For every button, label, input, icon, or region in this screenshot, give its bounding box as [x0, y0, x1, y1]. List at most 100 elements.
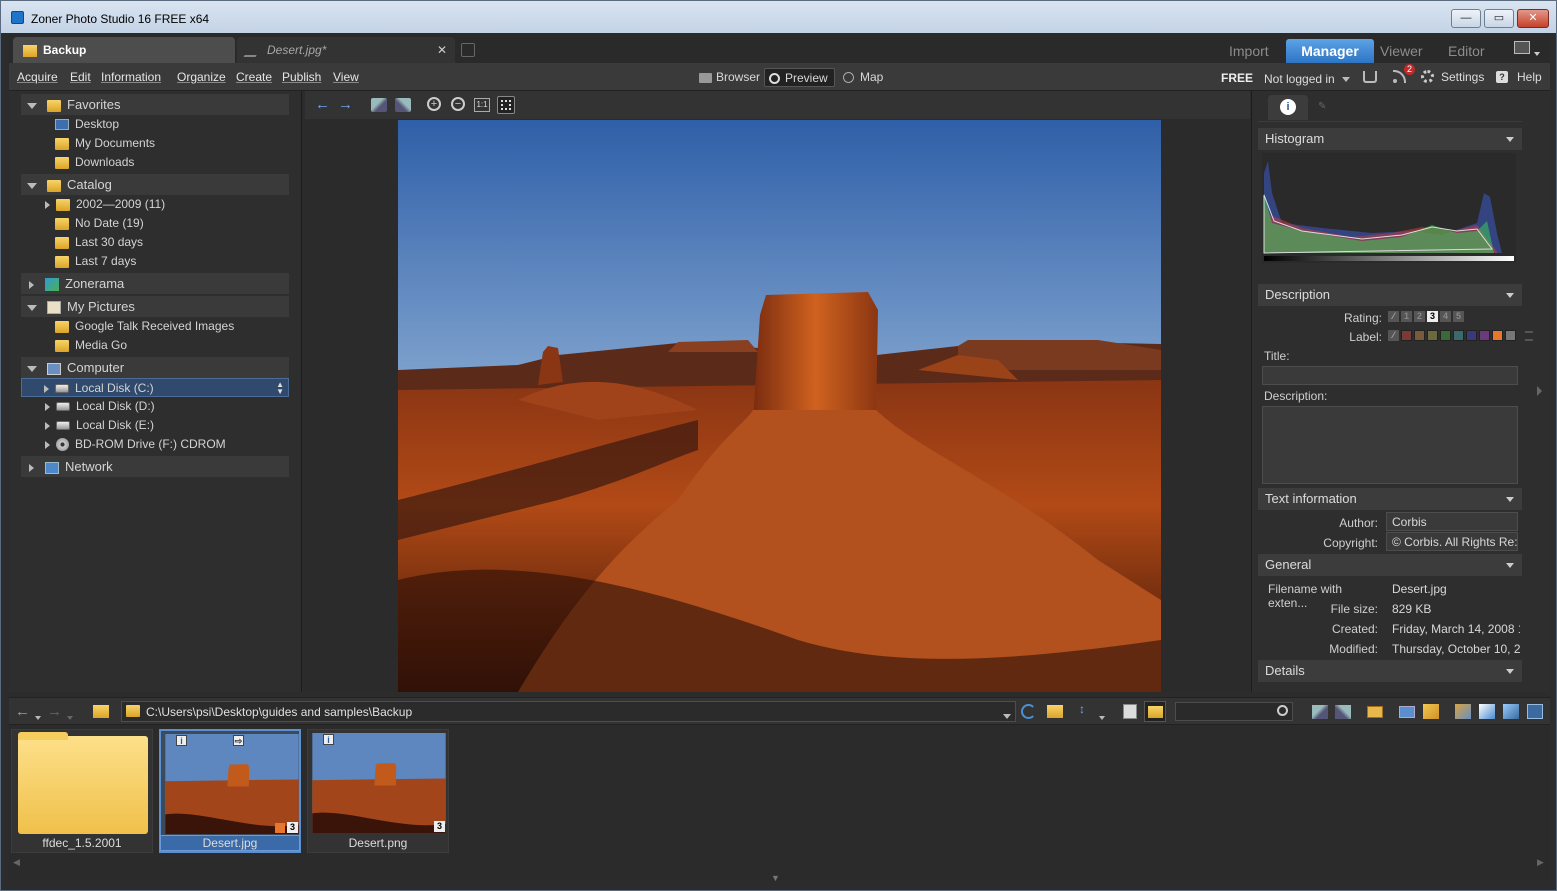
general-header[interactable]: General [1258, 554, 1522, 576]
tree-item-local-disk-c[interactable]: Local Disk (C:) ▲ ▼ [21, 378, 289, 397]
menu-organize[interactable]: Organize [177, 70, 226, 84]
color-label-swatch[interactable] [1401, 330, 1412, 341]
menu-information[interactable]: Information [101, 70, 161, 84]
zoom-1to1-icon[interactable]: 1:1 [474, 98, 490, 112]
rotate-right-icon[interactable] [395, 98, 411, 112]
sort-arrows-icon[interactable]: ▲ ▼ [276, 381, 284, 396]
sort-icon[interactable]: ↕ [1079, 702, 1085, 716]
menu-acquire[interactable]: Acquire [17, 70, 58, 84]
map-view-button[interactable]: Map [839, 68, 889, 87]
zoom-out-icon[interactable]: − [451, 97, 465, 111]
mode-tab-editor[interactable]: Editor [1438, 39, 1495, 63]
tree-item-local-disk-e[interactable]: Local Disk (E:) [45, 416, 154, 435]
details-header[interactable]: Details [1258, 660, 1522, 682]
path-dropdown-icon[interactable] [1003, 709, 1011, 723]
new-tab-icon[interactable] [461, 43, 475, 57]
color-label-selector[interactable]: ⁄ [1388, 330, 1518, 342]
zoom-in-icon[interactable]: + [427, 97, 441, 111]
tree-item-my-documents[interactable]: My Documents [55, 134, 155, 153]
author-field[interactable]: Corbis [1386, 512, 1518, 531]
sort-dropdown-icon[interactable] [1099, 710, 1105, 724]
title-input[interactable] [1262, 366, 1518, 385]
resize-icon[interactable] [1479, 704, 1495, 719]
package-icon[interactable] [1423, 704, 1439, 719]
color-label-swatch[interactable] [1414, 330, 1425, 341]
mode-tab-viewer[interactable]: Viewer [1370, 39, 1433, 63]
color-label-swatch[interactable] [1440, 330, 1451, 341]
parent-folder-icon[interactable] [93, 705, 109, 718]
folders-toggle-button[interactable] [1144, 701, 1166, 722]
help-link[interactable]: Help [1517, 70, 1542, 84]
thumbnail-folder[interactable]: ffdec_1.5.2001 [11, 729, 153, 853]
forward-history-icon[interactable] [67, 710, 73, 724]
next-arrow-icon[interactable]: → [338, 97, 353, 112]
fit-to-window-icon[interactable] [497, 96, 515, 114]
back-history-icon[interactable] [35, 710, 41, 724]
tree-item-downloads[interactable]: Downloads [55, 153, 134, 172]
color-label-swatch[interactable] [1427, 330, 1438, 341]
rotate-left-icon[interactable] [1312, 705, 1328, 719]
browser-view-button[interactable]: Browser [695, 68, 766, 87]
slideshow-icon[interactable] [1399, 706, 1415, 718]
rating-2[interactable]: 2 [1414, 311, 1425, 322]
preview-image[interactable] [398, 120, 1161, 692]
tree-my-pictures[interactable]: My Pictures [21, 296, 289, 317]
tree-item-local-disk-d[interactable]: Local Disk (D:) [45, 397, 155, 416]
edit-image-icon[interactable] [1455, 704, 1471, 719]
maximize-button[interactable]: ▭ [1484, 9, 1514, 28]
tree-item-last-30-days[interactable]: Last 30 days [55, 233, 143, 252]
layout-dropdown-icon[interactable] [1534, 46, 1540, 60]
rating-4[interactable]: 4 [1440, 311, 1451, 322]
search-input[interactable] [1175, 702, 1293, 721]
histogram-header[interactable]: Histogram [1258, 128, 1522, 150]
raw-jpg-filter-icon[interactable] [1123, 704, 1137, 719]
mode-tab-manager[interactable]: Manager [1286, 39, 1374, 63]
forward-arrow-icon[interactable]: → [47, 703, 62, 720]
rating-3[interactable]: 3 [1427, 311, 1438, 322]
menu-publish[interactable]: Publish [282, 70, 321, 84]
tree-item-media-go[interactable]: Media Go [55, 336, 127, 355]
settings-link[interactable]: Settings [1441, 70, 1484, 84]
search-icon[interactable] [1277, 705, 1288, 716]
copyright-field[interactable]: © Corbis. All Rights Re: [1386, 532, 1518, 551]
rating-5[interactable]: 5 [1453, 311, 1464, 322]
gear-icon[interactable] [1421, 70, 1434, 83]
help-icon[interactable]: ? [1496, 71, 1508, 83]
color-label-swatch[interactable] [1479, 330, 1490, 341]
rotate-right-icon[interactable] [1335, 705, 1351, 719]
description-header[interactable]: Description [1258, 284, 1522, 306]
scroll-left-icon[interactable]: ◀ [13, 857, 20, 868]
tab-close-icon[interactable]: ✕ [437, 37, 447, 63]
tree-item-2002-2009[interactable]: 2002—2009 (11) [45, 195, 165, 214]
tree-catalog[interactable]: Catalog [21, 174, 289, 195]
thumbnail-desert-jpg[interactable]: i ⇨ 3 Desert.jpg [159, 729, 301, 853]
tree-network[interactable]: Network [21, 456, 289, 477]
copy-icon[interactable] [1527, 704, 1543, 719]
new-folder-icon[interactable] [1047, 705, 1063, 718]
back-arrow-icon[interactable]: ← [15, 703, 30, 720]
previous-arrow-icon[interactable]: ← [315, 97, 330, 112]
tree-item-no-date[interactable]: No Date (19) [55, 214, 144, 233]
tab-desert-jpg[interactable]: Desert.jpg* ✕ [237, 37, 455, 63]
tree-item-desktop[interactable]: Desktop [55, 115, 119, 134]
mode-tab-import[interactable]: Import [1219, 39, 1279, 63]
panel-collapse-icon[interactable] [1537, 386, 1542, 396]
tab-backup[interactable]: Backup [13, 37, 235, 63]
login-status[interactable]: Not logged in [1264, 72, 1351, 86]
collapse-filmstrip-icon[interactable]: ▼ [771, 873, 780, 883]
rating-1[interactable]: 1 [1401, 311, 1412, 322]
tree-item-last-7-days[interactable]: Last 7 days [55, 252, 136, 271]
scroll-right-icon[interactable]: ▶ [1537, 857, 1544, 868]
info-tab[interactable]: i [1268, 95, 1308, 120]
text-information-header[interactable]: Text information [1258, 488, 1522, 510]
rotate-left-icon[interactable] [371, 98, 387, 112]
description-textarea[interactable] [1262, 406, 1518, 484]
color-label-swatch[interactable] [1466, 330, 1477, 341]
color-label-swatch[interactable] [1505, 330, 1516, 341]
thumbnail-desert-png[interactable]: i 3 Desert.png [307, 729, 449, 853]
tree-item-bd-rom[interactable]: BD-ROM Drive (F:) CDROM [45, 435, 226, 454]
tree-zonerama[interactable]: Zonerama [21, 273, 289, 294]
refresh-icon[interactable] [1021, 704, 1036, 719]
menu-create[interactable]: Create [236, 70, 272, 84]
minimize-button[interactable]: — [1451, 9, 1481, 28]
